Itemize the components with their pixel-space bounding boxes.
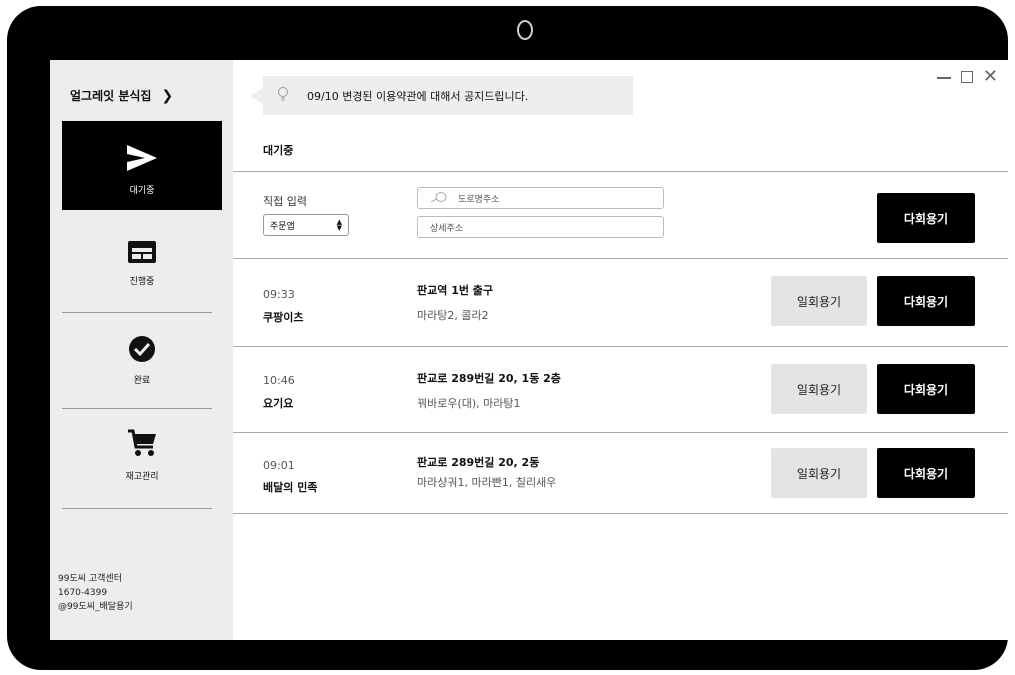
detail-address-input[interactable]: 상세주소 (417, 216, 664, 238)
multi-use-button[interactable]: 다회용기 (877, 448, 975, 498)
support-info: 99도씨 고객센터 1670-4399 @99도씨_배달용기 (58, 572, 133, 614)
store-name-link[interactable]: 얼그레잇 분식집 ❯ (70, 87, 173, 104)
divider (62, 408, 212, 409)
support-phone: 1670-4399 (58, 588, 108, 598)
sidebar-item-label: 재고관리 (125, 472, 159, 482)
sidebar-item-label: 대기중 (129, 186, 155, 196)
order-time: 10:46 (263, 374, 295, 387)
page-title: 대기중 (263, 144, 294, 157)
cart-icon (126, 427, 158, 463)
divider (62, 312, 212, 313)
order-address: 판교로 289번길 20, 2동 (417, 456, 540, 469)
close-icon[interactable]: ✕ (983, 68, 998, 86)
manual-entry-label: 직접 입력 (263, 195, 307, 208)
order-menu: 마라샹궈1, 마라빤1, 칠리새우 (417, 476, 557, 489)
divider (233, 513, 1008, 514)
tablet-frame: 얼그레잇 분식집 ❯ 대기중 진행중 완료 재고관리 99도씨 고객센터 167… (7, 6, 1008, 670)
divider (233, 171, 1008, 172)
order-app-select[interactable]: 주문앱 ▲ ▼ (263, 214, 349, 236)
manual-multi-use-button[interactable]: 다회용기 (877, 193, 975, 243)
single-use-button[interactable]: 일회용기 (771, 364, 867, 414)
minimize-icon[interactable] (936, 77, 951, 79)
lightbulb-icon (277, 86, 289, 105)
single-use-button[interactable]: 일회용기 (771, 448, 867, 498)
order-time: 09:33 (263, 288, 295, 301)
sidebar: 얼그레잇 분식집 ❯ 대기중 진행중 완료 재고관리 99도씨 고객센터 167… (50, 60, 233, 640)
sidebar-item-label: 진행중 (129, 277, 155, 287)
sidebar-item-waiting[interactable]: 대기중 (62, 121, 222, 210)
road-address-input[interactable]: 도로명주소 (417, 187, 664, 209)
sidebar-item-completed[interactable]: 완료 (62, 335, 222, 405)
order-address: 판교역 1번 출구 (417, 284, 494, 297)
order-address: 판교로 289번길 20, 1동 2층 (417, 372, 561, 385)
road-address-placeholder: 도로명주소 (458, 194, 500, 205)
sidebar-item-inventory[interactable]: 재고관리 (62, 427, 222, 497)
sidebar-item-in-progress[interactable]: 진행중 (62, 240, 222, 310)
support-handle: @99도씨_배달용기 (58, 602, 133, 612)
order-app-select-value: 주문앱 (270, 221, 295, 232)
window-controls: ✕ (936, 68, 998, 86)
app-screen: 얼그레잇 분식집 ❯ 대기중 진행중 완료 재고관리 99도씨 고객센터 167… (50, 60, 1008, 640)
multi-use-button[interactable]: 다회용기 (877, 276, 975, 326)
main-panel: 09/10 변경된 이용약관에 대해서 공지드립니다. ✕ 대기중 직접 입력 … (233, 60, 1008, 640)
order-app: 요기요 (263, 397, 294, 410)
divider (233, 346, 1008, 347)
divider (233, 432, 1008, 433)
order-menu: 꿔바로우(대), 마라탕1 (417, 397, 521, 410)
store-name: 얼그레잇 분식집 (70, 89, 152, 103)
list-layout-icon (127, 240, 157, 268)
order-time: 09:01 (263, 459, 295, 472)
notice-banner[interactable]: 09/10 변경된 이용약관에 대해서 공지드립니다. (250, 76, 633, 115)
camera-icon (517, 20, 533, 40)
check-circle-icon (128, 335, 156, 367)
sidebar-item-label: 완료 (133, 376, 151, 386)
sort-arrows-icon: ▲ ▼ (336, 218, 342, 232)
search-icon (430, 191, 448, 206)
order-app: 배달의 민족 (263, 481, 318, 494)
order-menu: 마라탕2, 콜라2 (417, 309, 489, 322)
multi-use-button[interactable]: 다회용기 (877, 364, 975, 414)
divider (233, 258, 1008, 259)
chevron-right-icon: ❯ (161, 87, 174, 104)
detail-address-placeholder: 상세주소 (430, 223, 464, 234)
notice-text: 09/10 변경된 이용약관에 대해서 공지드립니다. (307, 89, 529, 103)
support-center-name: 99도씨 고객센터 (58, 574, 122, 584)
divider (62, 508, 212, 509)
order-app: 쿠팡이츠 (263, 311, 304, 324)
maximize-icon[interactable] (960, 71, 973, 83)
single-use-button[interactable]: 일회용기 (771, 276, 867, 326)
send-icon (125, 143, 159, 177)
